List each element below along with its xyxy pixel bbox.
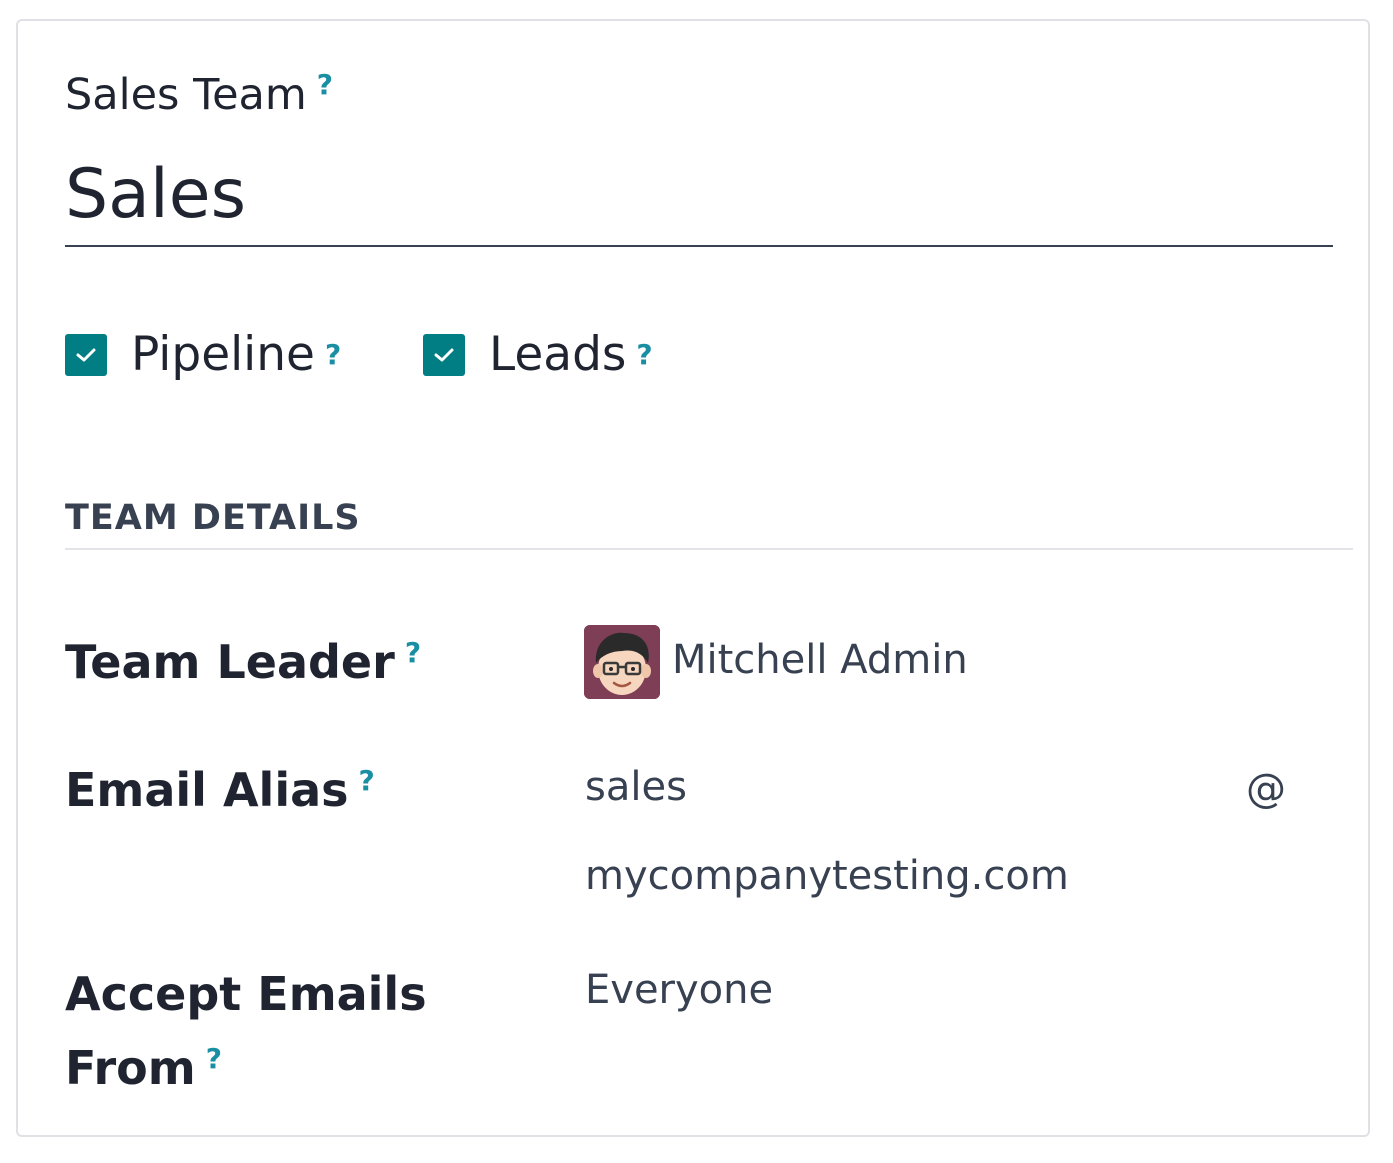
sales-team-label: Sales Team? [65,67,333,123]
pipeline-checkbox[interactable] [65,334,107,376]
team-leader-help-icon[interactable]: ? [405,636,421,669]
sales-team-form-card: Sales Team? Sales Pipeline? Leads? TEAM … [16,19,1370,1137]
email-alias-help-icon[interactable]: ? [359,764,375,797]
team-leader-label: Team Leader? [65,625,421,699]
email-alias-at-sign: @ [1246,766,1286,812]
leads-checkbox-field: Leads? [423,323,653,387]
team-name-value: Sales [65,155,246,234]
accept-emails-label-line2: From [65,1041,196,1095]
accept-emails-help-icon[interactable]: ? [206,1042,222,1075]
email-alias-label-text: Email Alias [65,763,349,817]
email-alias-domain: mycompanytesting.com [585,853,1069,899]
leads-label[interactable]: Leads [489,327,626,383]
leads-help-icon[interactable]: ? [636,341,652,369]
checkmark-icon [434,348,454,362]
section-divider [65,548,1353,550]
email-alias-input[interactable]: sales [585,762,687,812]
team-leader-label-text: Team Leader [65,635,395,689]
sales-team-help-icon[interactable]: ? [317,68,333,101]
team-name-input[interactable]: Sales [65,153,1333,247]
accept-emails-select[interactable]: Everyone [585,965,773,1015]
pipeline-help-icon[interactable]: ? [325,341,341,369]
team-details-heading: TEAM DETAILS [65,498,361,538]
accept-emails-label-second-line: From? [65,1031,222,1105]
email-alias-label: Email Alias? [65,753,375,827]
team-leader-value[interactable]: Mitchell Admin [672,635,968,685]
checkmark-icon [76,348,96,362]
pipeline-label[interactable]: Pipeline [131,327,315,383]
accept-emails-label: Accept Emails [65,957,427,1031]
pipeline-checkbox-field: Pipeline? [65,323,341,387]
leads-checkbox[interactable] [423,334,465,376]
sales-team-label-text: Sales Team [65,70,307,120]
accept-emails-label-line1: Accept Emails [65,967,427,1021]
user-avatar-icon [584,625,660,699]
